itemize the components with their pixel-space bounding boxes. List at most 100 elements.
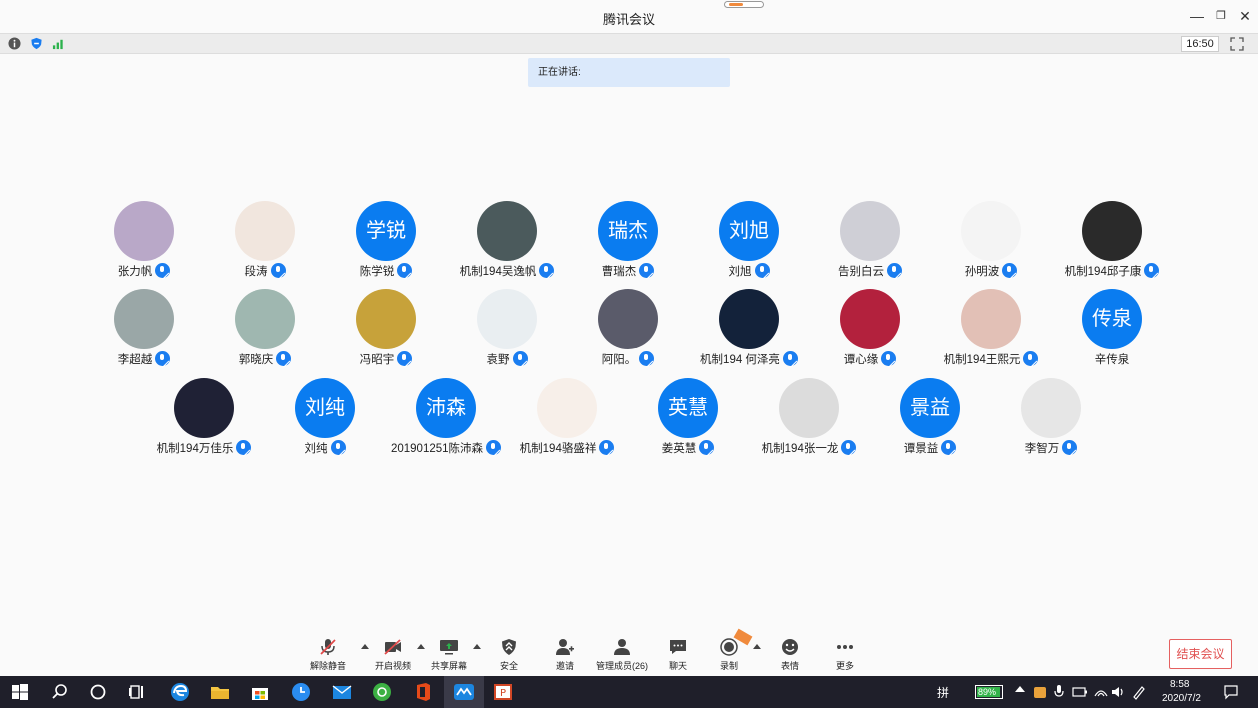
- participant-name: 陈学锐: [359, 266, 395, 278]
- participant-name: 机制194张一龙: [761, 443, 839, 455]
- manage-members-button[interactable]: 管理成员(26): [592, 638, 652, 674]
- unmute-button[interactable]: 解除静音: [302, 638, 354, 674]
- windows-start-icon[interactable]: [9, 681, 31, 703]
- participant-name: 机制194骆盛祥: [519, 443, 597, 455]
- search-icon[interactable]: [49, 681, 71, 703]
- battery-tray-icon[interactable]: [1072, 686, 1088, 698]
- participant-name: 机制194吴逸帆: [459, 266, 537, 278]
- taskbar-clock-date[interactable]: 2020/7/2: [1162, 693, 1201, 704]
- chat-button[interactable]: 聊天: [652, 638, 704, 674]
- participant-avatar: [174, 378, 234, 438]
- participant-avatar: 瑞杰: [598, 201, 658, 261]
- end-meeting-button[interactable]: 结束会议: [1169, 639, 1232, 669]
- participant-avatar: [235, 201, 295, 261]
- notification-icon[interactable]: [1223, 684, 1239, 700]
- manage-members-label: 管理成员(26): [595, 661, 648, 671]
- participant-avatar: [961, 289, 1021, 349]
- microphone-icon: [155, 351, 171, 366]
- participant-name: 辛传泉: [1094, 354, 1130, 366]
- participant-avatar: [1021, 378, 1081, 438]
- tencent-meeting-icon[interactable]: [453, 681, 475, 703]
- svg-text:P: P: [500, 688, 506, 699]
- invite-label: 邀请: [555, 661, 574, 671]
- more-label: 更多: [835, 661, 854, 671]
- record-icon: [720, 638, 738, 656]
- battery-indicator[interactable]: 89%: [975, 685, 1003, 699]
- pen-icon[interactable]: [1131, 684, 1147, 700]
- smiley-icon: [782, 639, 798, 655]
- participant-avatar: [719, 289, 779, 349]
- microphone-icon: [639, 263, 655, 278]
- participant-name: 告别白云: [838, 266, 884, 278]
- participant-name-row: 李智万: [971, 440, 1131, 456]
- record-options-caret[interactable]: [753, 644, 761, 649]
- participant-name: 冯昭宇: [359, 354, 395, 366]
- meeting-toolbar: 解除静音 开启视频 共享屏幕 安全 邀请 管理成员(26) 聊天 录制 表情 更…: [0, 628, 1258, 676]
- participant-name: 李智万: [1024, 443, 1060, 455]
- more-dots-icon: [837, 645, 853, 649]
- invite-button[interactable]: 邀请: [539, 638, 591, 674]
- volume-icon[interactable]: [1110, 684, 1126, 700]
- windows-taskbar: P 拼 89% 8:58 2020/7/2: [0, 676, 1258, 708]
- microphone-tray-icon[interactable]: [1052, 684, 1066, 700]
- more-button[interactable]: 更多: [819, 638, 871, 674]
- taskbar-clock-time[interactable]: 8:58: [1170, 679, 1189, 690]
- participant-name: 机制194邱子康: [1064, 266, 1142, 278]
- participant-tile[interactable]: 李智万: [991, 378, 1111, 458]
- share-screen-label: 共享屏幕: [430, 661, 467, 671]
- participant-avatar: [114, 201, 174, 261]
- participant-name: 刘纯: [304, 443, 328, 455]
- participant-avatar: [114, 289, 174, 349]
- wifi-icon[interactable]: [1093, 684, 1109, 700]
- tray-app-icon[interactable]: [1032, 684, 1048, 700]
- microphone-icon: [330, 440, 346, 455]
- participant-name: 张力帆: [117, 266, 153, 278]
- participant-name-row: 辛传泉: [1032, 351, 1192, 367]
- emoji-label: 表情: [780, 661, 799, 671]
- participant-name: 201901251陈沛森: [390, 443, 484, 455]
- security-button[interactable]: 安全: [483, 638, 535, 674]
- participant-avatar: 沛森: [416, 378, 476, 438]
- share-options-caret[interactable]: [473, 644, 481, 649]
- microphone-icon: [1144, 263, 1160, 278]
- participant-avatar: [840, 201, 900, 261]
- office-icon[interactable]: [412, 681, 434, 703]
- participant-name: 刘旭: [728, 266, 752, 278]
- browser-360-icon[interactable]: [371, 681, 393, 703]
- participant-tile[interactable]: 机制194邱子康: [1052, 201, 1172, 281]
- microphone-icon: [1002, 263, 1018, 278]
- battery-percent: 89%: [978, 687, 997, 697]
- mail-icon[interactable]: [331, 681, 353, 703]
- shield-icon: [502, 639, 516, 655]
- store-icon[interactable]: [249, 681, 271, 703]
- microphone-icon: [276, 351, 292, 366]
- members-icon: [614, 639, 630, 655]
- participant-avatar: 英慧: [658, 378, 718, 438]
- participant-name: 机制194王熙元: [943, 354, 1021, 366]
- participant-avatar: [235, 289, 295, 349]
- microphone-icon: [699, 440, 715, 455]
- emoji-button[interactable]: 表情: [764, 638, 816, 674]
- file-explorer-icon[interactable]: [209, 681, 231, 703]
- participant-name-row: 机制194邱子康: [1032, 263, 1192, 279]
- edge-browser-icon[interactable]: [169, 681, 191, 703]
- participant-avatar: [598, 289, 658, 349]
- participant-avatar: 景益: [900, 378, 960, 438]
- powerpoint-icon[interactable]: P: [492, 681, 514, 703]
- ime-indicator[interactable]: 拼: [937, 684, 949, 701]
- clock-app-icon[interactable]: [290, 681, 312, 703]
- participant-tile[interactable]: 传泉 辛传泉: [1052, 289, 1172, 369]
- participant-name: 机制194万佳乐: [156, 443, 234, 455]
- cortana-icon[interactable]: [87, 681, 109, 703]
- task-view-icon[interactable]: [127, 681, 149, 703]
- microphone-icon: [270, 263, 286, 278]
- tray-expand-icon[interactable]: [1015, 686, 1025, 692]
- microphone-icon: [639, 351, 655, 366]
- participant-name: 阿阳。: [601, 354, 637, 366]
- share-screen-button[interactable]: 共享屏幕: [423, 638, 475, 674]
- participant-avatar: 刘旭: [719, 201, 779, 261]
- add-user-icon: [556, 639, 574, 655]
- start-video-button[interactable]: 开启视频: [367, 638, 419, 674]
- participant-name: 孙明波: [964, 266, 1000, 278]
- participant-name: 谭景益: [903, 443, 939, 455]
